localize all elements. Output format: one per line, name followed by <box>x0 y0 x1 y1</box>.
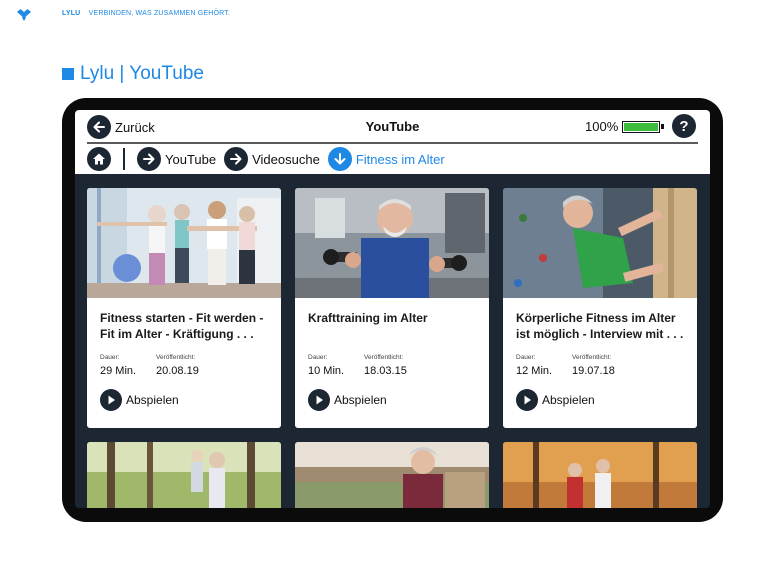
arrow-down-icon <box>327 147 352 171</box>
battery-tip <box>661 124 665 129</box>
play-button-label: Abspielen <box>542 393 595 407</box>
breadcrumb-youtube[interactable]: YouTube <box>137 147 216 171</box>
breadcrumb: YouTube Videosuche Fitness im Alter <box>75 144 710 174</box>
battery-status: 100% <box>585 119 665 134</box>
video-card[interactable]: Krafttraining im Alter Dauer: 10 Min. Ve… <box>295 188 489 428</box>
video-title: Körperliche Fitness im Alter ist möglich… <box>516 311 684 341</box>
slide-title: Lylu | YouTube <box>62 63 204 85</box>
published-label: Veröffentlicht: <box>572 354 612 361</box>
video-thumbnail[interactable] <box>503 442 697 508</box>
arrow-right-icon <box>137 147 161 171</box>
breadcrumb-label: YouTube <box>165 151 217 167</box>
video-meta: Dauer: 12 Min. Veröffentlicht: 19.07.18 <box>516 354 685 377</box>
header-tagline: LYLU VERBINDEN, WAS ZUSAMMEN GEHÖRT. <box>62 10 230 17</box>
video-thumbnail[interactable] <box>87 188 281 298</box>
published-value: 18.03.15 <box>364 365 407 377</box>
title-bar: Zurück YouTube 100% ? <box>75 110 710 142</box>
published-value: 20.08.19 <box>156 365 199 377</box>
breadcrumb-videosuche[interactable]: Videosuche <box>224 147 320 171</box>
duration-label: Dauer: <box>308 354 328 361</box>
video-meta: Dauer: 10 Min. Veröffentlicht: 18.03.15 <box>308 354 477 377</box>
video-thumbnail[interactable] <box>295 442 489 508</box>
published-value: 19.07.18 <box>572 365 615 377</box>
duration-label: Dauer: <box>100 354 120 361</box>
play-button-label: Abspielen <box>334 393 387 407</box>
tablet-frame: Zurück YouTube 100% ? YouTube Videosuche… <box>62 98 723 522</box>
arrow-right-icon <box>224 147 249 171</box>
video-card[interactable] <box>503 442 697 508</box>
title-square-icon <box>62 68 74 80</box>
play-button[interactable]: Abspielen <box>516 389 685 411</box>
lylu-logo-icon <box>17 9 31 21</box>
play-button-label: Abspielen <box>126 393 179 407</box>
video-thumbnail[interactable] <box>87 442 281 508</box>
play-icon <box>308 389 330 411</box>
home-icon <box>87 147 111 171</box>
video-card[interactable] <box>295 442 489 508</box>
play-icon <box>100 389 122 411</box>
video-card[interactable]: Fitness starten - Fit werden - Fit im Al… <box>87 188 281 428</box>
app-topbar: Zurück YouTube 100% ? YouTube Videosuche… <box>75 110 710 174</box>
published-label: Veröffentlicht: <box>156 354 196 361</box>
home-button[interactable] <box>87 147 111 171</box>
video-card[interactable]: Körperliche Fitness im Alter ist möglich… <box>503 188 697 428</box>
duration-value: 29 Min. <box>100 365 137 377</box>
video-title: Krafttraining im Alter <box>308 311 428 325</box>
brand-name: LYLU <box>62 10 81 17</box>
play-icon <box>516 389 538 411</box>
duration-value: 12 Min. <box>516 365 553 377</box>
breadcrumb-fitness-im-alter[interactable]: Fitness im Alter <box>327 147 445 171</box>
help-icon: ? <box>672 114 696 138</box>
app-screen: Zurück YouTube 100% ? YouTube Videosuche… <box>75 110 710 508</box>
breadcrumb-label: Fitness im Alter <box>355 151 445 167</box>
video-thumbnail[interactable] <box>503 188 697 298</box>
battery-level <box>624 122 659 131</box>
battery-percent: 100% <box>585 119 619 134</box>
duration-value: 10 Min. <box>308 365 345 377</box>
battery-icon <box>622 120 661 133</box>
breadcrumb-label: Videosuche <box>252 151 320 167</box>
duration-label: Dauer: <box>516 354 536 361</box>
video-thumbnail[interactable] <box>295 188 489 298</box>
play-button[interactable]: Abspielen <box>100 389 269 411</box>
play-button[interactable]: Abspielen <box>308 389 477 411</box>
tagline: VERBINDEN, WAS ZUSAMMEN GEHÖRT. <box>88 10 231 17</box>
breadcrumb-divider <box>123 148 125 170</box>
video-card[interactable] <box>87 442 281 508</box>
help-button[interactable]: ? <box>672 114 696 138</box>
video-title: Fitness starten - Fit werden - Fit im Al… <box>100 311 264 341</box>
slide-title-text: Lylu | YouTube <box>80 63 204 84</box>
breadcrumb-items: YouTube Videosuche Fitness im Alter <box>137 147 453 171</box>
video-meta: Dauer: 29 Min. Veröffentlicht: 20.08.19 <box>100 354 269 377</box>
published-label: Veröffentlicht: <box>364 354 404 361</box>
